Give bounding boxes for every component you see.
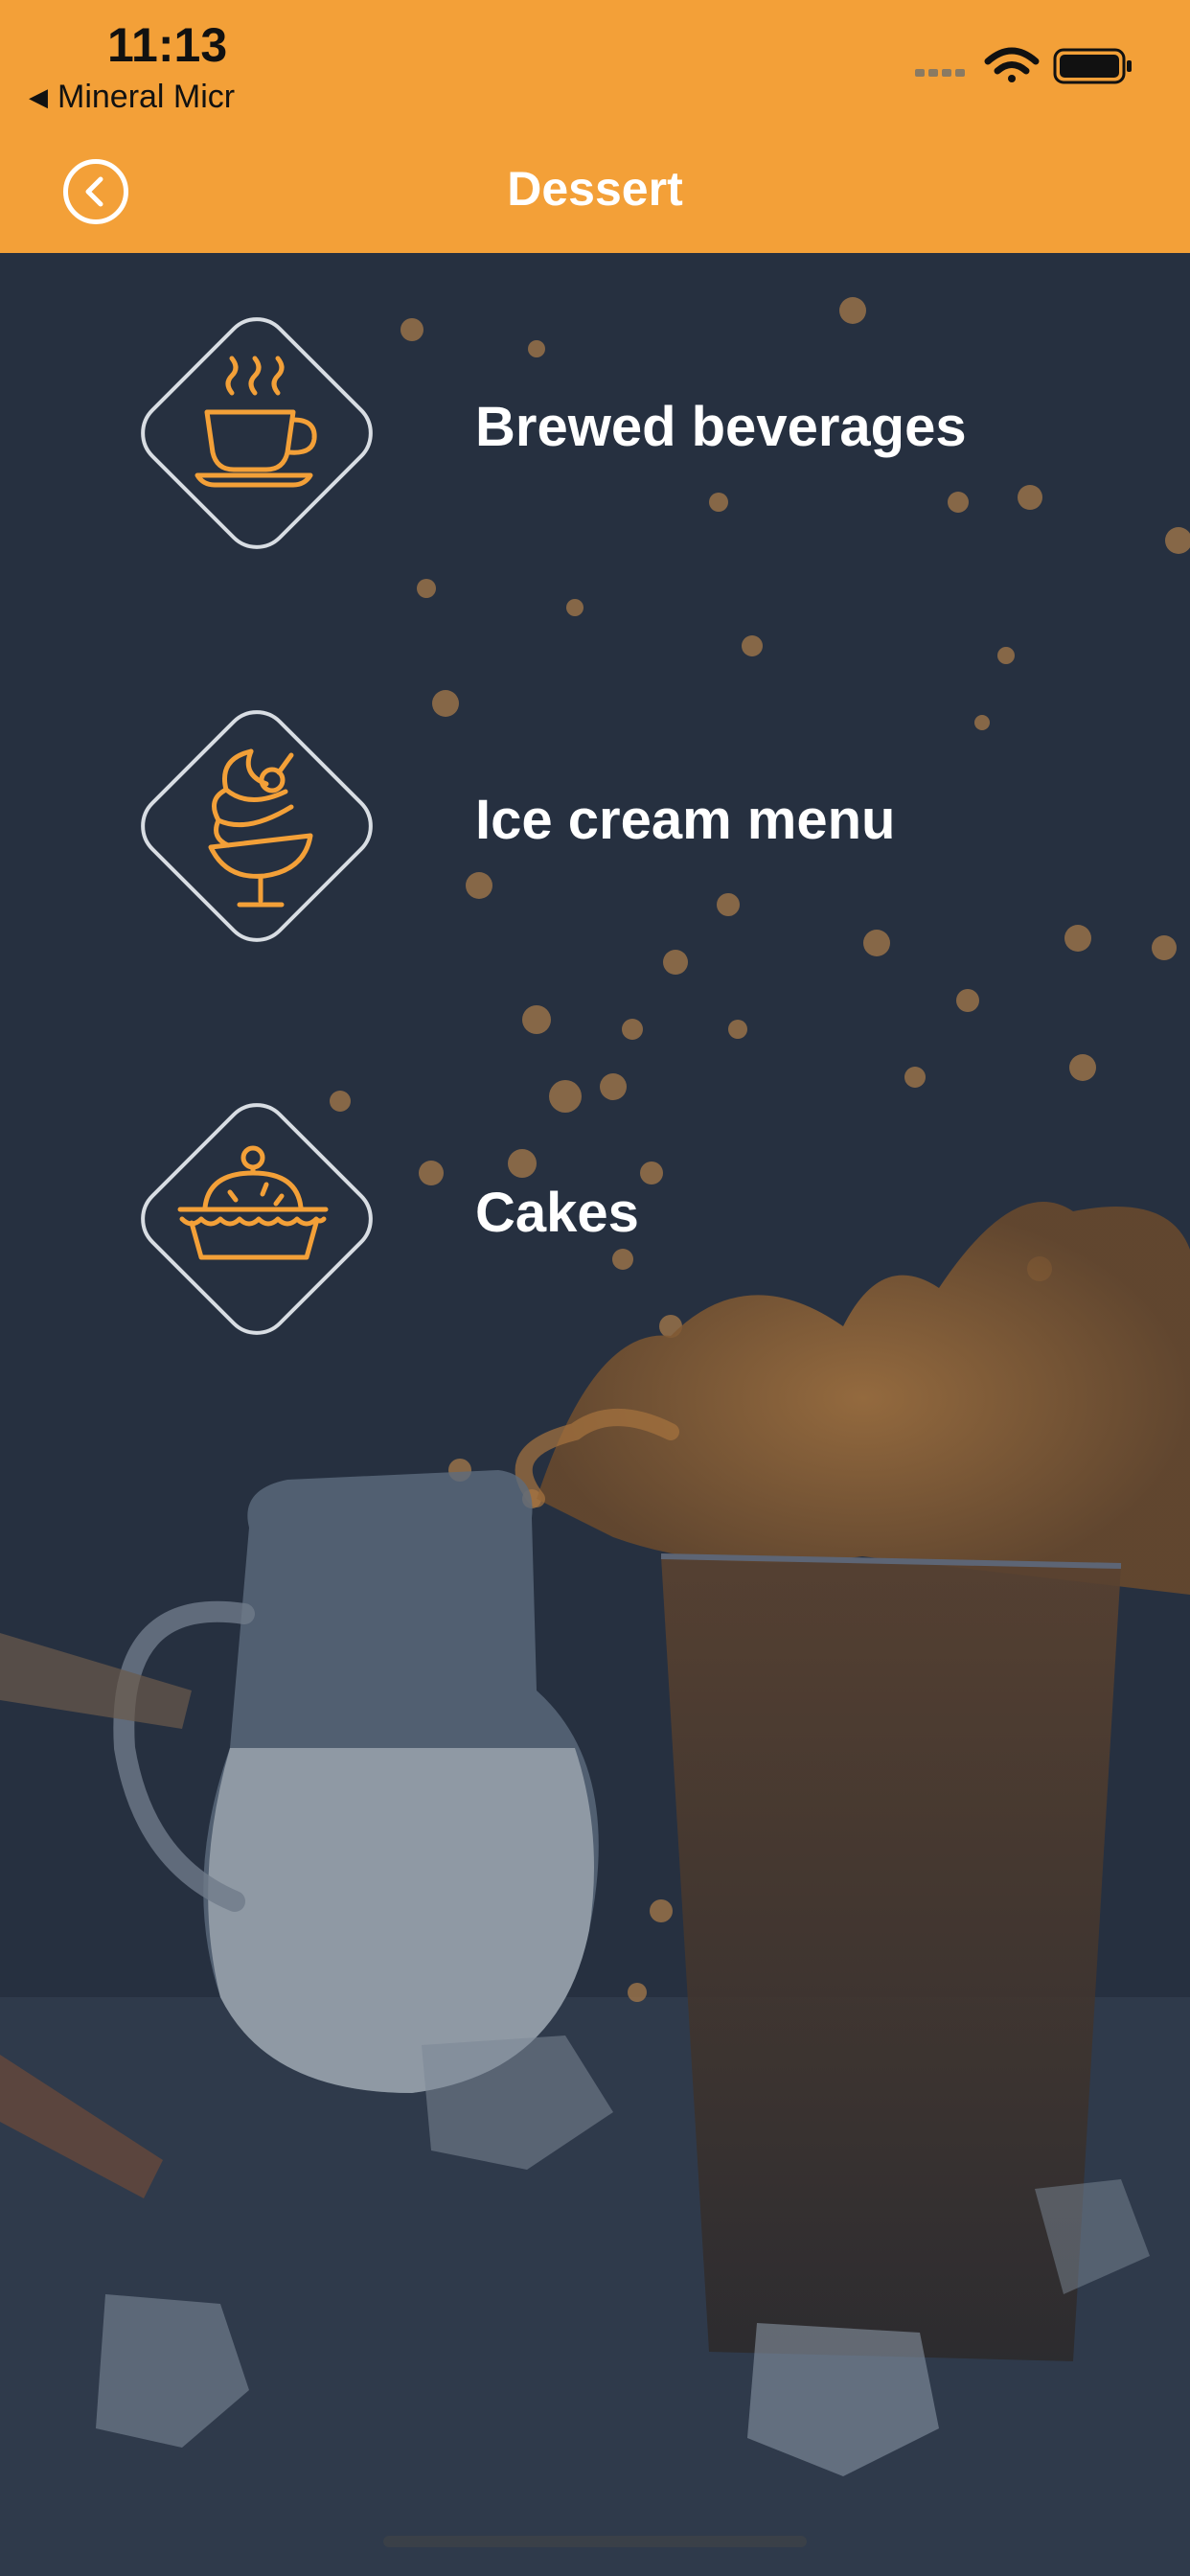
menu-item-label: Brewed beverages <box>475 396 967 458</box>
menu-item-label: Ice cream menu <box>475 789 896 851</box>
app-header: 11:13 ◀ Mineral Micr Dessert <box>0 0 1190 253</box>
menu-item-label: Cakes <box>475 1182 639 1244</box>
back-app-label: Mineral Micr <box>57 79 236 115</box>
menu-content: Brewed beverages Ice cream menu Cakes <box>0 253 1190 2576</box>
menu-item-cakes[interactable]: Cakes <box>0 1085 1190 1363</box>
back-triangle-icon: ◀ <box>29 82 48 111</box>
background-photo <box>0 253 1190 2576</box>
ice-cream-sundae-icon <box>141 710 373 942</box>
page-title: Dessert <box>507 162 683 216</box>
battery-icon <box>1053 48 1132 84</box>
coffee-cup-icon <box>141 317 373 549</box>
home-indicator[interactable] <box>383 2536 807 2547</box>
status-time: 11:13 <box>107 18 228 72</box>
signal-icon <box>915 69 965 77</box>
pie-icon <box>141 1103 373 1335</box>
menu-item-ice-cream-menu[interactable]: Ice cream menu <box>0 692 1190 970</box>
menu-item-brewed-beverages[interactable]: Brewed beverages <box>0 299 1190 577</box>
status-indicators <box>915 47 1132 84</box>
back-to-app-link[interactable]: ◀ Mineral Micr <box>29 79 235 116</box>
wifi-icon <box>984 47 1040 82</box>
